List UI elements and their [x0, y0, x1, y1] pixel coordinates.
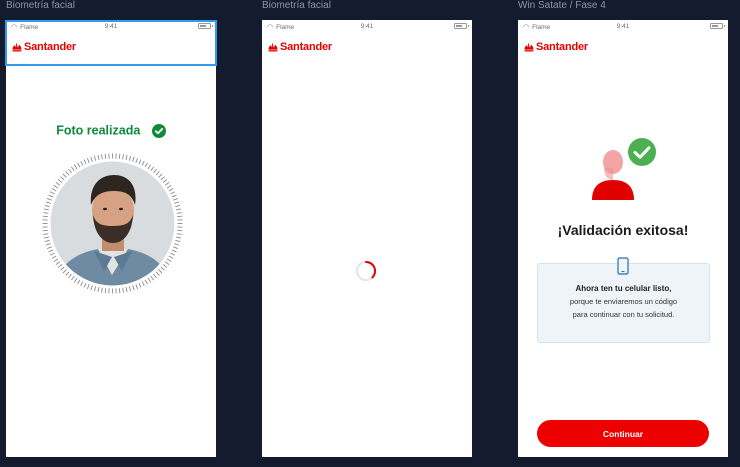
clock: 9:41 — [360, 23, 374, 30]
clock: 9:41 — [616, 23, 630, 30]
check-circle-icon — [151, 123, 166, 138]
status-bar: ◠ Flame 9:41 — [518, 20, 728, 34]
flame-logo-icon — [268, 42, 278, 52]
success-text: Foto realizada — [56, 123, 141, 138]
frame-title-2: Biometría facial — [262, 0, 331, 11]
check-circle-icon — [628, 138, 656, 166]
santander-logo: Santander — [268, 41, 332, 53]
photo-success-message: Foto realizada — [6, 123, 216, 138]
loading-spinner-icon — [356, 260, 377, 281]
face-capture-frame — [42, 153, 183, 294]
battery-icon — [454, 23, 469, 29]
status-bar: ◠ Flame 9:41 — [262, 20, 472, 34]
info-card: Ahora ten tu celular listo, porque te en… — [537, 257, 710, 343]
validation-title: ¡Validación exitosa! — [557, 222, 689, 238]
continue-button[interactable]: Continuar — [537, 420, 709, 447]
screen-loading: ◠ Flame 9:41 Santander — [262, 20, 472, 457]
frame-title-1: Biometría facial — [6, 0, 75, 11]
screen-validation-success: ◠ Flame 9:41 Santander ¡Validación exitos… — [518, 20, 728, 457]
santander-logo: Santander — [524, 41, 588, 53]
brand-name: Santander — [536, 41, 588, 53]
brand-name: Santander — [280, 41, 332, 53]
battery-icon — [710, 23, 725, 29]
card-line-3: para continuar con tu solicitud. — [572, 310, 675, 319]
smartphone-icon — [617, 257, 629, 275]
frame-title-3: Win Satate / Fase 4 — [518, 0, 606, 11]
screen-photo-taken: ◠ Flame 9:41 Santander Foto realizada — [6, 20, 216, 457]
selected-layer-outline — [5, 20, 217, 66]
card-line-2: porque te enviaremos un código — [569, 297, 678, 306]
flame-logo-icon — [524, 42, 534, 52]
card-line-1: Ahora ten tu celular listo, — [575, 284, 672, 293]
user-verified-illustration — [592, 138, 656, 200]
